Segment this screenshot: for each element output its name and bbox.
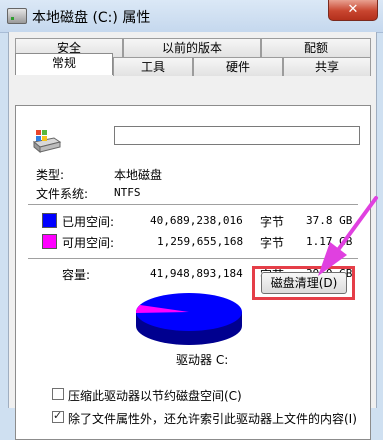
disk-usage-pie xyxy=(135,293,242,345)
free-space-swatch xyxy=(42,234,57,249)
filesystem-label: 文件系统: xyxy=(36,187,89,201)
divider xyxy=(28,204,358,205)
tab-sharing[interactable]: 共享 xyxy=(283,57,371,76)
disk-cleanup-button[interactable]: 磁盘清理(D) xyxy=(261,272,347,294)
allow-indexing-label: 除了文件属性外，还允许索引此驱动器上文件的内容(I) xyxy=(68,412,357,426)
divider xyxy=(28,258,358,259)
tab-quota[interactable]: 配额 xyxy=(261,38,371,57)
type-value: 本地磁盘 xyxy=(114,168,163,182)
type-label: 类型: xyxy=(36,168,65,182)
volume-name-input[interactable] xyxy=(114,126,360,145)
drive-icon xyxy=(7,8,27,24)
used-space-size: 37.8 GB xyxy=(306,214,353,227)
used-space-unit: 字节 xyxy=(260,215,285,229)
free-space-label: 可用空间: xyxy=(62,236,115,250)
tab-hardware[interactable]: 硬件 xyxy=(193,57,283,76)
tab-previous-versions[interactable]: 以前的版本 xyxy=(123,38,261,57)
filesystem-value: NTFS xyxy=(114,186,141,199)
hard-drive-icon xyxy=(32,130,62,154)
title-bar: 本地磁盘 (C:) 属性 ✕ xyxy=(0,0,383,33)
close-button[interactable]: ✕ xyxy=(328,0,378,21)
compress-drive-checkbox[interactable] xyxy=(52,388,64,400)
allow-indexing-checkbox[interactable] xyxy=(52,409,64,423)
compress-drive-label: 压缩此驱动器以节约磁盘空间(C) xyxy=(68,389,242,403)
free-space-size: 1.17 GB xyxy=(306,235,353,248)
used-space-label: 已用空间: xyxy=(62,215,115,229)
used-space-bytes: 40,689,238,016 xyxy=(150,214,243,227)
properties-dialog: 安全 以前的版本 配额 常规 工具 硬件 共享 类型: 本地磁盘 文件系统: N… xyxy=(8,32,377,440)
window-title: 本地磁盘 (C:) 属性 xyxy=(32,10,151,26)
capacity-bytes: 41,948,893,184 xyxy=(150,267,243,280)
used-space-swatch xyxy=(42,213,57,228)
tab-tools[interactable]: 工具 xyxy=(113,57,193,76)
free-space-unit: 字节 xyxy=(260,236,285,250)
tab-general[interactable]: 常规 xyxy=(15,53,113,75)
free-space-bytes: 1,259,655,168 xyxy=(157,235,244,248)
drive-label: 驱动器 C: xyxy=(176,353,229,367)
capacity-label: 容量: xyxy=(62,268,91,282)
